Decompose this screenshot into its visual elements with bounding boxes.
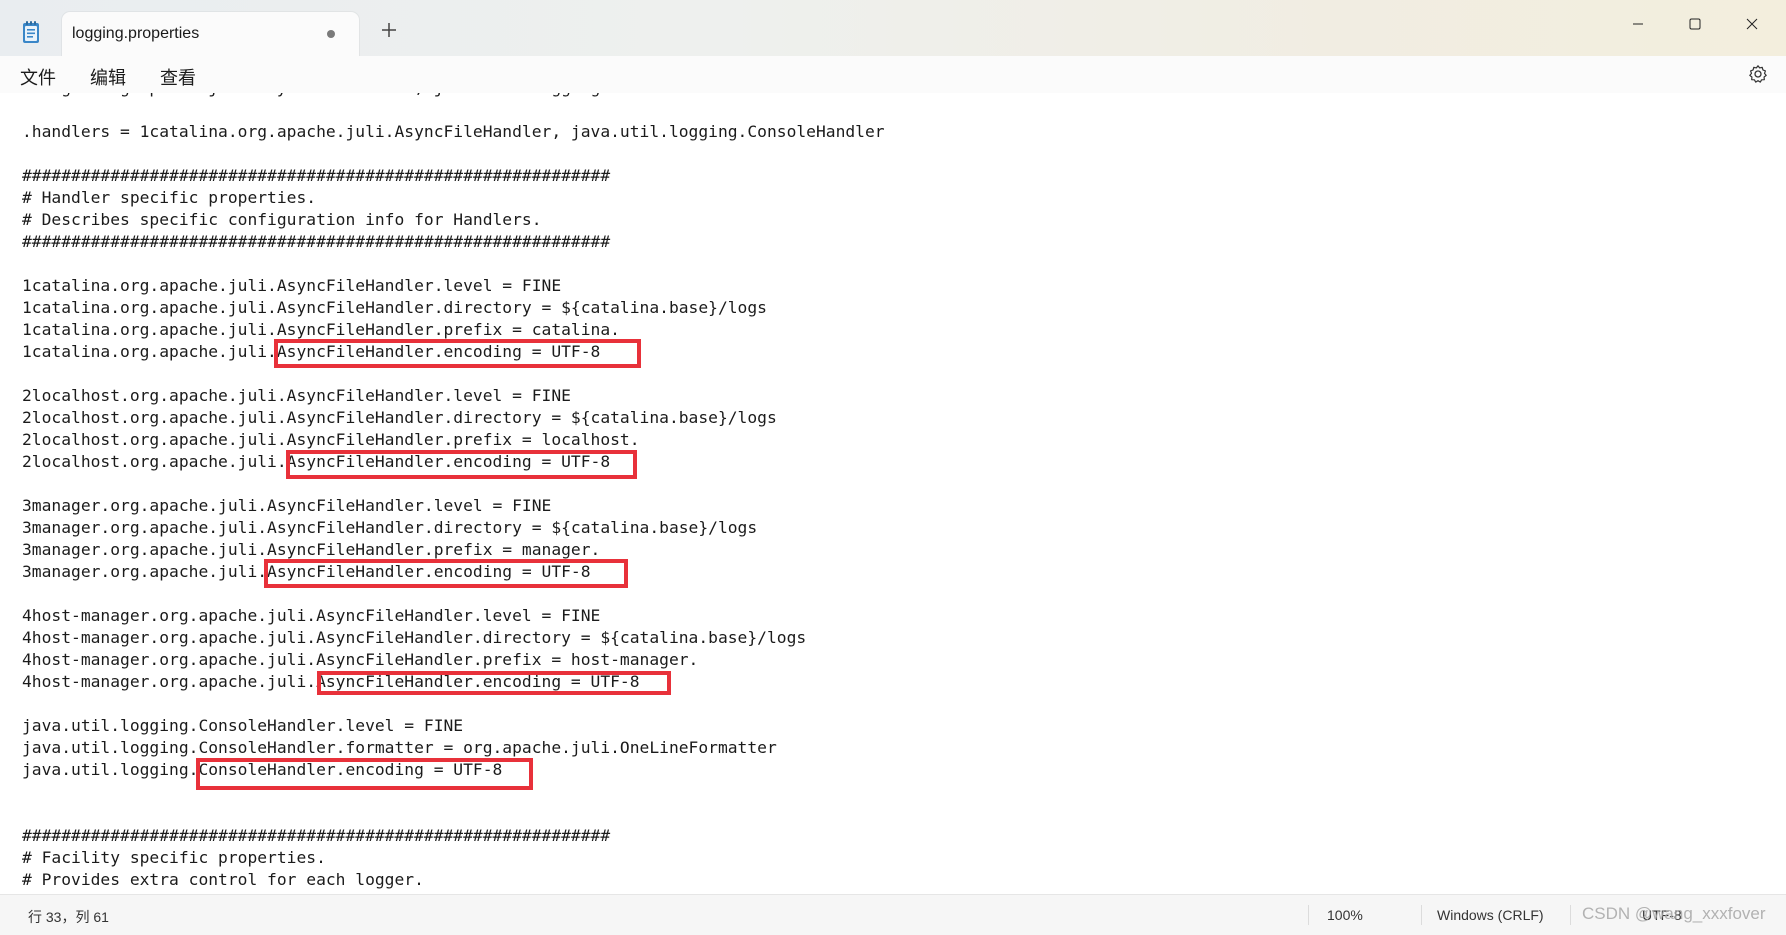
editor-line: 2localhost.org.apache.juli.AsyncFileHand… (22, 452, 611, 471)
status-divider (1308, 905, 1309, 925)
editor-line: java.util.logging.ConsoleHandler.level =… (22, 716, 464, 735)
editor-line: # Describes specific configuration info … (22, 210, 542, 229)
status-bar: 行 33，列 61 100% Windows (CRLF) UTF-8 CSDN… (0, 894, 1786, 935)
editor-line: 2localhost.org.apache.juli.AsyncFileHand… (22, 430, 640, 449)
new-tab-button[interactable] (378, 19, 400, 41)
editor-line: 1catalina.org.apache.juli.AsyncFileHandl… (22, 320, 620, 339)
editor-line: # Handler specific properties. (22, 188, 317, 207)
editor-line: 4host-manager.org.apache.juli.AsyncFileH… (22, 672, 640, 691)
editor-line: 3manager.org.apache.juli.AsyncFileHandle… (22, 562, 591, 581)
editor-lines: manager.org.apache.juli.AsyncFileHandler… (22, 93, 885, 891)
unsaved-indicator-icon[interactable] (327, 30, 335, 38)
editor-line: 2localhost.org.apache.juli.AsyncFileHand… (22, 386, 571, 405)
editor-line: ########################################… (22, 166, 611, 185)
editor-line: 2localhost.org.apache.juli.AsyncFileHand… (22, 408, 777, 427)
editor-line: 1catalina.org.apache.juli.AsyncFileHandl… (22, 276, 562, 295)
maximize-button[interactable] (1667, 6, 1723, 42)
cursor-position: 行 33，列 61 (28, 909, 109, 925)
text-editor-area[interactable]: manager.org.apache.juli.AsyncFileHandler… (0, 93, 1786, 894)
editor-line: 3manager.org.apache.juli.AsyncFileHandle… (22, 518, 758, 537)
editor-line: # Facility specific properties. (22, 848, 326, 867)
editor-line: 1catalina.org.apache.juli.AsyncFileHandl… (22, 298, 767, 317)
editor-line: .handlers = 1catalina.org.apache.juli.As… (22, 122, 885, 141)
menu-bar: 文件 编辑 查看 (0, 56, 1786, 94)
status-divider (1421, 905, 1422, 925)
editor-line: 4host-manager.org.apache.juli.AsyncFileH… (22, 628, 807, 647)
close-icon (1746, 18, 1758, 30)
editor-line: ########################################… (22, 232, 611, 251)
editor-line: 3manager.org.apache.juli.AsyncFileHandle… (22, 496, 552, 515)
editor-line: 1catalina.org.apache.juli.AsyncFileHandl… (22, 342, 601, 361)
editor-line: # Provides extra control for each logger… (22, 870, 424, 889)
notepad-icon (20, 20, 42, 44)
editor-line: 3manager.org.apache.juli.AsyncFileHandle… (22, 540, 601, 559)
editor-line: ########################################… (22, 826, 611, 845)
status-divider (1570, 905, 1571, 925)
settings-gear-icon[interactable] (1748, 64, 1768, 84)
menu-view[interactable]: 查看 (158, 62, 198, 92)
zoom-level[interactable]: 100% (1327, 907, 1363, 923)
line-ending[interactable]: Windows (CRLF) (1437, 907, 1544, 923)
title-bar: logging.properties (0, 0, 1786, 56)
minimize-icon (1633, 23, 1643, 25)
tab-logging-properties[interactable]: logging.properties (62, 12, 359, 56)
editor-line: java.util.logging.ConsoleHandler.formatt… (22, 738, 777, 757)
watermark-text: CSDN @wang_xxxfover (1582, 904, 1766, 923)
editor-line: 4host-manager.org.apache.juli.AsyncFileH… (22, 606, 601, 625)
close-button[interactable] (1724, 6, 1780, 42)
maximize-icon (1689, 18, 1701, 30)
editor-line: java.util.logging.ConsoleHandler.encodin… (22, 760, 503, 779)
editor-line: 4host-manager.org.apache.juli.AsyncFileH… (22, 650, 699, 669)
minimize-button[interactable] (1610, 6, 1666, 42)
menu-file[interactable]: 文件 (18, 62, 58, 92)
menu-edit[interactable]: 编辑 (88, 62, 128, 92)
tab-title: logging.properties (72, 25, 200, 42)
